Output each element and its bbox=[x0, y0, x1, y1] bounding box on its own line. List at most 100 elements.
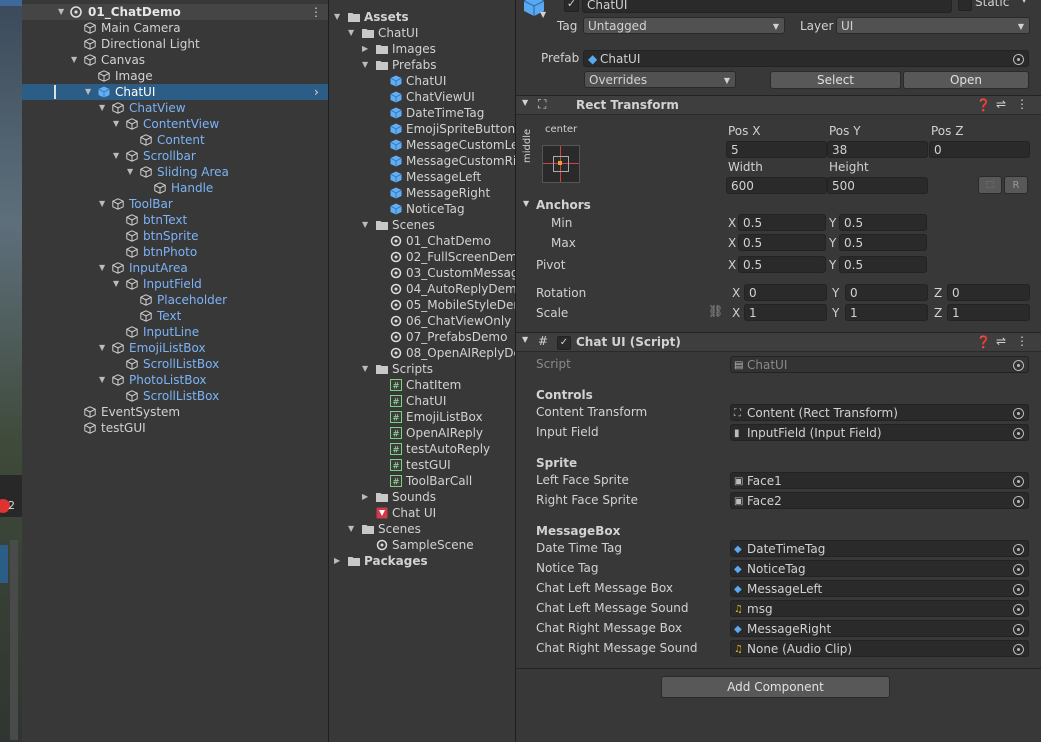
foldout-arrow-icon[interactable]: ▼ bbox=[127, 164, 133, 180]
hierarchy-item[interactable]: ▼ ToolBar bbox=[22, 196, 328, 212]
foldout-arrow-icon[interactable]: ▼ bbox=[113, 116, 119, 132]
hierarchy-item[interactable]: ▼ InputArea bbox=[22, 260, 328, 276]
project-item[interactable]: # ToolBarCall bbox=[329, 473, 515, 489]
posz-field[interactable]: 0 bbox=[929, 141, 1030, 158]
project-item[interactable]: 02_FullScreenDemo bbox=[329, 249, 515, 265]
hierarchy-item[interactable]: Image bbox=[22, 68, 328, 84]
foldout-arrow-icon[interactable]: ▼ bbox=[99, 340, 105, 356]
hierarchy-item[interactable]: ScrollListBox bbox=[22, 356, 328, 372]
project-item[interactable]: 04_AutoReplyDemo bbox=[329, 281, 515, 297]
foldout-arrow-icon[interactable]: ▶ bbox=[362, 489, 368, 505]
foldout-arrow-icon[interactable]: ▼ bbox=[85, 84, 91, 100]
hierarchy-item[interactable]: ScrollListBox bbox=[22, 388, 328, 404]
object-reference-field[interactable]: ◆ NoticeTag bbox=[730, 560, 1029, 577]
scale-z-field[interactable]: 1 bbox=[947, 304, 1030, 321]
scale-x-field[interactable]: 1 bbox=[744, 304, 827, 321]
scene-foldout-arrow[interactable]: ▼ bbox=[58, 4, 64, 20]
select-button[interactable]: Select bbox=[770, 71, 901, 89]
constrain-link-icon[interactable]: ⛓ bbox=[708, 304, 723, 318]
height-field[interactable]: 500 bbox=[827, 177, 928, 194]
object-reference-field[interactable]: ♫ msg bbox=[730, 600, 1029, 617]
hierarchy-item[interactable]: ▼ Canvas bbox=[22, 52, 328, 68]
object-picker-icon[interactable] bbox=[1013, 476, 1024, 487]
project-item[interactable]: 01_ChatDemo bbox=[329, 233, 515, 249]
anchor-presets-button[interactable] bbox=[542, 145, 580, 183]
object-picker-icon[interactable] bbox=[1013, 360, 1024, 371]
object-picker-icon[interactable] bbox=[1013, 584, 1024, 595]
tag-dropdown[interactable]: Untagged ▼ bbox=[583, 17, 785, 34]
rect-transform-header[interactable]: ▼ ⛶ Rect Transform ❓ ⇌ ⋮ bbox=[516, 95, 1041, 115]
anchor-min-x-field[interactable]: 0.5 bbox=[738, 214, 826, 231]
project-item[interactable]: MessageLeft bbox=[329, 169, 515, 185]
hierarchy-item[interactable]: Placeholder bbox=[22, 292, 328, 308]
project-item[interactable]: ChatUI bbox=[329, 73, 515, 89]
blueprint-mode-button[interactable]: ⬚ bbox=[978, 176, 1002, 194]
static-checkbox[interactable] bbox=[958, 0, 972, 11]
hierarchy-item[interactable]: Text bbox=[22, 308, 328, 324]
posy-field[interactable]: 38 bbox=[827, 141, 928, 158]
object-reference-field[interactable]: ◆ DateTimeTag bbox=[730, 540, 1029, 557]
hierarchy-item[interactable]: ▼ ChatView bbox=[22, 100, 328, 116]
foldout-arrow-icon[interactable]: ▼ bbox=[99, 100, 105, 116]
object-reference-field[interactable]: ▣ Face2 bbox=[730, 492, 1029, 509]
open-button[interactable]: Open bbox=[903, 71, 1029, 89]
foldout-arrow-icon[interactable]: ▼ bbox=[71, 52, 77, 68]
layer-dropdown[interactable]: UI ▼ bbox=[836, 17, 1030, 34]
project-item[interactable]: SampleScene bbox=[329, 537, 515, 553]
project-item[interactable]: # OpenAIReply bbox=[329, 425, 515, 441]
object-picker-icon[interactable] bbox=[1013, 408, 1024, 419]
object-reference-field[interactable]: ▮ InputField (Input Field) bbox=[730, 424, 1029, 441]
project-item[interactable]: ▼ ChatUI bbox=[329, 25, 515, 41]
project-item[interactable]: ▼ Prefabs bbox=[329, 57, 515, 73]
active-checkbox[interactable]: ✓ bbox=[564, 0, 579, 12]
hierarchy-item[interactable]: ▼ ContentView bbox=[22, 116, 328, 132]
project-item[interactable]: 07_PrefabsDemo bbox=[329, 329, 515, 345]
hierarchy-item[interactable]: ▼ EmojiListBox bbox=[22, 340, 328, 356]
foldout-arrow-icon[interactable]: ▼ bbox=[362, 57, 368, 73]
hierarchy-item[interactable]: ▼ ChatUI › bbox=[22, 84, 328, 100]
project-item[interactable]: # ChatUI bbox=[329, 393, 515, 409]
project-item[interactable]: DateTimeTag bbox=[329, 105, 515, 121]
foldout-arrow-icon[interactable]: ▼ bbox=[99, 260, 105, 276]
hierarchy-item[interactable]: Handle bbox=[22, 180, 328, 196]
project-item[interactable]: 08_OpenAIReplyDemo bbox=[329, 345, 515, 361]
foldout-arrow-icon[interactable]: ▼ bbox=[99, 372, 105, 388]
width-field[interactable]: 600 bbox=[726, 177, 827, 194]
project-item[interactable]: EmojiSpriteButton bbox=[329, 121, 515, 137]
hierarchy-item[interactable]: InputLine bbox=[22, 324, 328, 340]
hierarchy-item[interactable]: ▼ Sliding Area bbox=[22, 164, 328, 180]
project-item[interactable]: MessageCustomRight bbox=[329, 153, 515, 169]
project-item[interactable]: # EmojiListBox bbox=[329, 409, 515, 425]
kebab-menu-icon[interactable]: ⋮ bbox=[1016, 97, 1028, 111]
hierarchy-item[interactable]: ▼ PhotoListBox bbox=[22, 372, 328, 388]
scene-view-strip[interactable]: 2 bbox=[0, 0, 22, 742]
kebab-menu-icon[interactable]: ⋮ bbox=[1016, 334, 1028, 348]
foldout-arrow-icon[interactable]: ▼ bbox=[362, 217, 368, 233]
hierarchy-menu-icon[interactable]: ⋮ bbox=[310, 4, 322, 20]
posx-field[interactable]: 5 bbox=[726, 141, 827, 158]
project-item[interactable]: ▼ Scenes bbox=[329, 217, 515, 233]
hierarchy-item[interactable]: btnSprite bbox=[22, 228, 328, 244]
component-enabled-checkbox[interactable]: ✓ bbox=[557, 336, 571, 350]
project-item[interactable]: MessageCustomLeft bbox=[329, 137, 515, 153]
object-picker-icon[interactable] bbox=[1013, 624, 1024, 635]
object-reference-field[interactable]: ⛶ Content (Rect Transform) bbox=[730, 404, 1029, 421]
project-item[interactable]: ▶ Packages bbox=[329, 553, 515, 569]
chevron-right-icon[interactable]: › bbox=[314, 84, 319, 100]
raw-edit-button[interactable]: R bbox=[1004, 176, 1028, 194]
foldout-arrow-icon[interactable]: ▼ bbox=[99, 196, 105, 212]
foldout-arrow-icon[interactable]: ▶ bbox=[362, 41, 368, 57]
anchor-min-y-field[interactable]: 0.5 bbox=[839, 214, 927, 231]
console-scrollbar[interactable] bbox=[10, 540, 18, 740]
prefab-field[interactable]: ◆ ChatUI bbox=[583, 50, 1029, 67]
project-item[interactable]: ChatViewUI bbox=[329, 89, 515, 105]
anchor-max-y-field[interactable]: 0.5 bbox=[839, 234, 927, 251]
project-item[interactable]: # testAutoReply bbox=[329, 441, 515, 457]
foldout-arrow-icon[interactable]: ▼ bbox=[334, 9, 340, 25]
project-item[interactable]: ▶ Images bbox=[329, 41, 515, 57]
object-picker-icon[interactable] bbox=[1013, 54, 1024, 65]
scale-y-field[interactable]: 1 bbox=[845, 304, 928, 321]
object-reference-field[interactable]: ▣ Face1 bbox=[730, 472, 1029, 489]
project-item[interactable]: MessageRight bbox=[329, 185, 515, 201]
object-name-input[interactable]: ChatUI bbox=[582, 0, 952, 13]
